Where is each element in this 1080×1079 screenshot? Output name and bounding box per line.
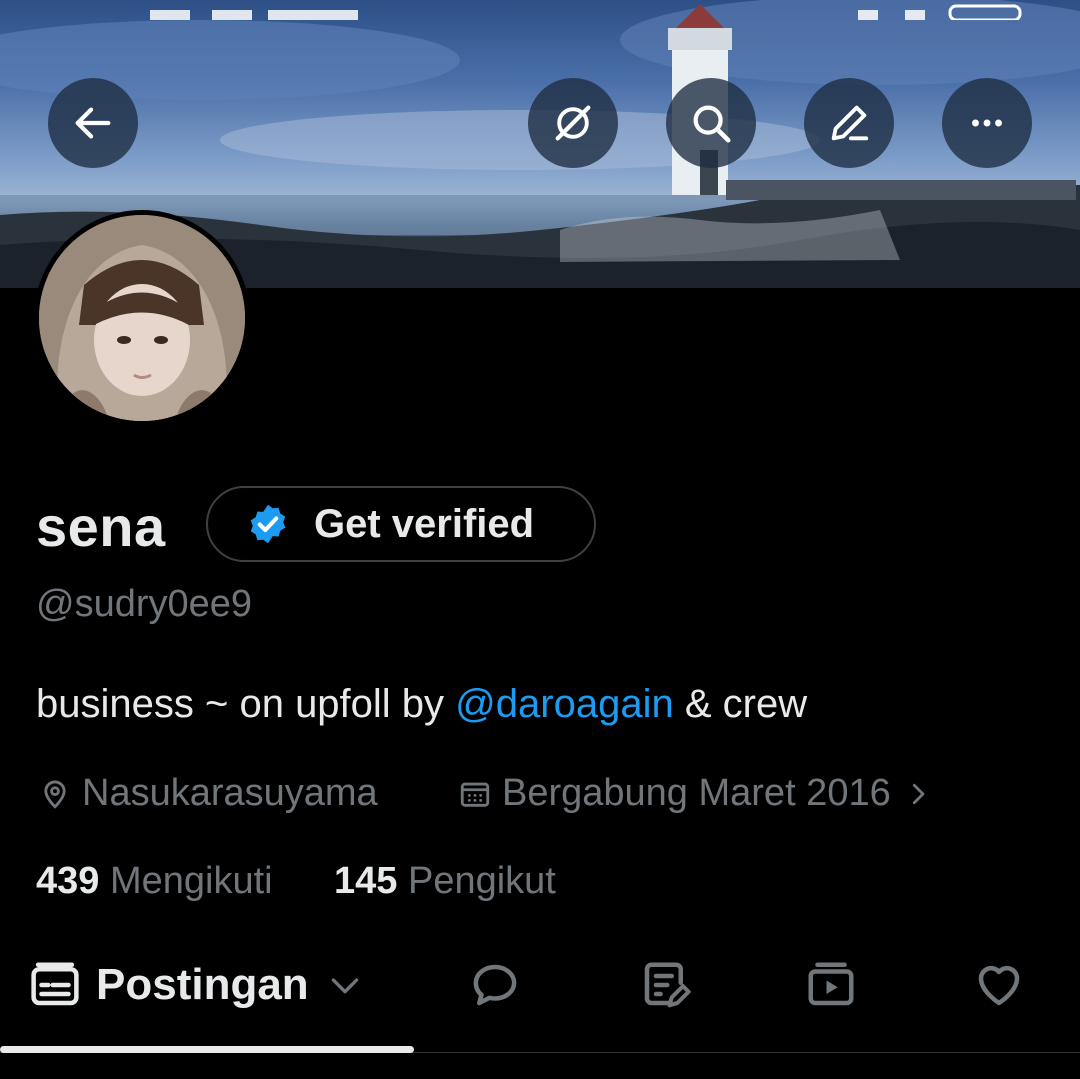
articles-tab[interactable]: [638, 950, 692, 1020]
grok-button[interactable]: [528, 78, 618, 168]
followers-label: Pengikut: [407, 860, 556, 902]
avatar-image: [39, 215, 245, 421]
location-text: Nasukarasuyama: [82, 772, 378, 814]
back-button[interactable]: [48, 78, 138, 168]
avatar[interactable]: [34, 210, 250, 426]
display-name: sena: [36, 495, 166, 558]
reply-icon: [473, 964, 517, 1006]
article-icon: [644, 962, 691, 1008]
profile-bio: business ~ on upfoll by @daroagain & cre…: [36, 682, 807, 727]
location-info: Nasukarasuyama: [38, 772, 378, 815]
more-horizontal-icon: [972, 119, 1002, 127]
joined-info[interactable]: Bergabung Maret 2016: [458, 772, 933, 815]
pencil-icon: [831, 105, 869, 141]
location-pin-icon: [44, 780, 66, 809]
posts-tab[interactable]: Postingan: [28, 950, 365, 1020]
media-icon: [808, 962, 854, 1006]
bio-text: business ~ on upfoll by: [36, 682, 456, 726]
get-verified-button[interactable]: Get verified: [206, 486, 596, 562]
bio-text-suffix: & crew: [673, 682, 808, 726]
following-count: 439: [36, 860, 100, 902]
joined-text: Bergabung Maret 2016: [502, 772, 891, 814]
posts-tab-label: Postingan: [96, 960, 309, 1009]
posts-icon: [31, 962, 79, 1006]
verified-badge-icon: [250, 504, 286, 544]
status-bar: [150, 4, 1022, 20]
heart-icon: [978, 965, 1020, 1006]
bio-mention-link[interactable]: @daroagain: [455, 682, 674, 726]
grok-icon: [555, 105, 591, 141]
arrow-left-icon: [75, 107, 111, 139]
following-link[interactable]: 439 Mengikuti: [36, 860, 273, 903]
username-handle: @sudry0ee9: [36, 583, 253, 625]
likes-tab[interactable]: [972, 950, 1026, 1020]
active-tab-indicator: [0, 1046, 414, 1053]
followers-link[interactable]: 145 Pengikut: [334, 860, 556, 903]
followers-count: 145: [334, 860, 398, 902]
chevron-right-icon: [912, 783, 925, 804]
edit-button[interactable]: [804, 78, 894, 168]
chevron-down-icon: [331, 978, 359, 994]
calendar-icon: [460, 782, 490, 807]
media-tab[interactable]: [804, 950, 858, 1020]
get-verified-label: Get verified: [314, 501, 535, 546]
search-icon: [693, 105, 731, 143]
replies-tab[interactable]: [468, 950, 522, 1020]
search-button[interactable]: [666, 78, 756, 168]
following-label: Mengikuti: [109, 860, 273, 902]
more-button[interactable]: [942, 78, 1032, 168]
